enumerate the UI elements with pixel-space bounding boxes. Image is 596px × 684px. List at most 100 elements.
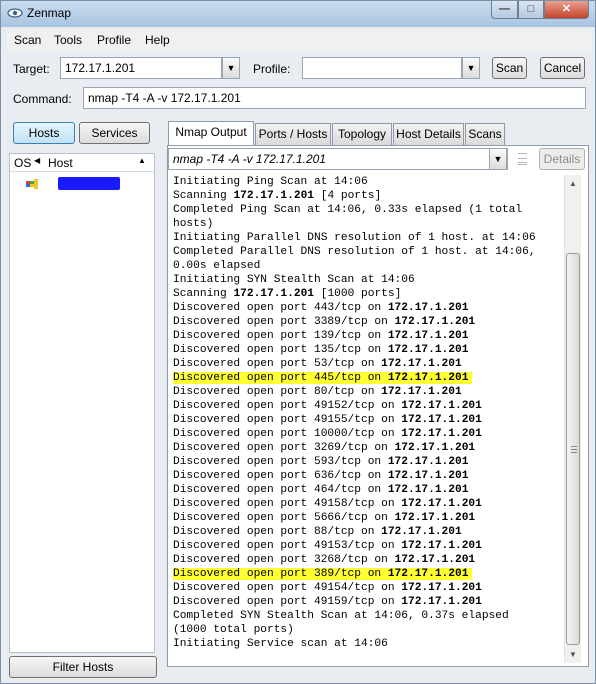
column-os[interactable]: OS bbox=[14, 156, 31, 170]
output-text: (1000 total ports) bbox=[173, 624, 294, 636]
tab-nmap-output[interactable]: Nmap Output bbox=[168, 121, 254, 146]
output-text: Discovered open port 49153/tcp on 172.17… bbox=[173, 540, 482, 552]
menu-scan[interactable]: Scan bbox=[14, 33, 41, 47]
output-command-select[interactable]: nmap -T4 -A -v 172.17.1.201 bbox=[168, 148, 508, 170]
output-line: Discovered open port 49158/tcp on 172.17… bbox=[173, 497, 561, 511]
output-line: Discovered open port 464/tcp on 172.17.1… bbox=[173, 483, 561, 497]
output-line-ip: 172.17.1.201 bbox=[387, 456, 469, 468]
tab-topology[interactable]: Topology bbox=[332, 123, 392, 145]
services-button[interactable]: Services bbox=[79, 122, 150, 144]
output-line: Discovered open port 49159/tcp on 172.17… bbox=[173, 595, 561, 609]
maximize-icon[interactable]: □ bbox=[518, 1, 544, 19]
scroll-thumb[interactable] bbox=[566, 253, 580, 645]
output-line-ip: 172.17.1.201 bbox=[401, 540, 482, 552]
output-line-prefix: Discovered open port 10000/tcp on bbox=[173, 428, 402, 440]
output-line: Initiating SYN Stealth Scan at 14:06 bbox=[173, 273, 561, 287]
output-text: Scanning 172.17.1.201 [1000 ports] bbox=[173, 288, 401, 300]
output-line: Discovered open port 445/tcp on 172.17.1… bbox=[173, 371, 561, 385]
output-text: Discovered open port 80/tcp on 172.17.1.… bbox=[173, 386, 462, 398]
output-line: Discovered open port 3389/tcp on 172.17.… bbox=[173, 315, 561, 329]
output-line-prefix: Discovered open port 49153/tcp on bbox=[173, 540, 402, 552]
hosts-button[interactable]: Hosts bbox=[13, 122, 75, 144]
output-line-ip: 172.17.1.201 bbox=[401, 498, 482, 510]
menu-tools[interactable]: Tools bbox=[54, 33, 82, 47]
output-line: Discovered open port 49152/tcp on 172.17… bbox=[173, 399, 561, 413]
output-line-prefix: Discovered open port 49152/tcp on bbox=[173, 400, 402, 412]
output-line: Discovered open port 49153/tcp on 172.17… bbox=[173, 539, 561, 553]
output-line: Completed Parallel DNS resolution of 1 h… bbox=[173, 245, 561, 259]
cancel-button[interactable]: Cancel bbox=[540, 57, 585, 79]
target-input[interactable]: 172.17.1.201 bbox=[60, 57, 222, 79]
output-line-prefix: Discovered open port 80/tcp on bbox=[173, 386, 382, 398]
output-line-prefix: Discovered open port 53/tcp on bbox=[173, 358, 382, 370]
menu-help[interactable]: Help bbox=[145, 33, 170, 47]
output-text: Initiating Parallel DNS resolution of 1 … bbox=[173, 232, 536, 244]
output-text: Completed Parallel DNS resolution of 1 h… bbox=[173, 246, 536, 258]
output-line: Initiating Ping Scan at 14:06 bbox=[173, 175, 561, 189]
command-label: Command: bbox=[13, 92, 72, 106]
output-text: Initiating SYN Stealth Scan at 14:06 bbox=[173, 274, 415, 286]
tab-host-details[interactable]: Host Details bbox=[393, 123, 464, 145]
tab-scans[interactable]: Scans bbox=[465, 123, 505, 145]
scroll-down-icon[interactable]: ▼ bbox=[565, 646, 581, 663]
redacted-host-name[interactable] bbox=[58, 177, 120, 190]
output-text: Completed Ping Scan at 14:06, 0.33s elap… bbox=[173, 204, 523, 216]
output-line-prefix: Discovered open port 3269/tcp on bbox=[173, 442, 395, 454]
output-line-ip: 172.17.1.201 bbox=[387, 484, 469, 496]
output-line: Initiating Parallel DNS resolution of 1 … bbox=[173, 231, 561, 245]
output-line-suffix: [4 ports] bbox=[314, 190, 382, 202]
output-line-ip: 172.17.1.201 bbox=[387, 568, 469, 580]
output-text: Discovered open port 49152/tcp on 172.17… bbox=[173, 400, 482, 412]
output-line-prefix: Discovered open port 389/tcp on bbox=[173, 568, 388, 580]
output-line-ip: 172.17.1.201 bbox=[233, 190, 315, 202]
output-text: 0.00s elapsed bbox=[173, 260, 261, 272]
drag-handle-icon[interactable] bbox=[518, 153, 527, 165]
output-text: hosts) bbox=[173, 218, 214, 230]
profile-input[interactable] bbox=[302, 57, 462, 79]
nmap-output-text[interactable]: Initiating Ping Scan at 14:06 Scanning 17… bbox=[169, 175, 562, 663]
output-lines: Initiating Ping Scan at 14:06 Scanning 17… bbox=[169, 175, 562, 651]
scan-button[interactable]: Scan bbox=[492, 57, 527, 79]
target-label: Target: bbox=[13, 62, 50, 76]
output-line-ip: 172.17.1.201 bbox=[387, 302, 469, 314]
filter-hosts-button[interactable]: Filter Hosts bbox=[9, 656, 157, 678]
output-line: Discovered open port 443/tcp on 172.17.1… bbox=[173, 301, 561, 315]
menu-profile[interactable]: Profile bbox=[97, 33, 131, 47]
output-text: Discovered open port 88/tcp on 172.17.1.… bbox=[173, 526, 462, 538]
output-line-ip: 172.17.1.201 bbox=[387, 372, 469, 384]
zenmap-eye-icon bbox=[7, 8, 23, 18]
output-scrollbar[interactable]: ▲ ▼ bbox=[564, 175, 581, 663]
tab-ports-hosts[interactable]: Ports / Hosts bbox=[255, 123, 331, 145]
output-dropdown-arrow-icon[interactable]: ▼ bbox=[489, 148, 507, 170]
output-line-prefix: Discovered open port 49158/tcp on bbox=[173, 498, 402, 510]
target-dropdown-arrow-icon[interactable]: ▼ bbox=[222, 57, 240, 79]
details-button[interactable]: Details bbox=[539, 148, 585, 170]
output-line-ip: 172.17.1.201 bbox=[387, 470, 469, 482]
output-line-prefix: Discovered open port 636/tcp on bbox=[173, 470, 388, 482]
close-icon[interactable]: ✕ bbox=[544, 1, 589, 19]
output-line-ip: 172.17.1.201 bbox=[233, 288, 315, 300]
command-input[interactable]: nmap -T4 -A -v 172.17.1.201 bbox=[83, 87, 586, 109]
output-text: Discovered open port 10000/tcp on 172.17… bbox=[173, 428, 482, 440]
output-text: Discovered open port 49158/tcp on 172.17… bbox=[173, 498, 482, 510]
output-text: Discovered open port 3268/tcp on 172.17.… bbox=[173, 554, 475, 566]
minimize-icon[interactable]: — bbox=[491, 1, 518, 19]
column-host[interactable]: Host bbox=[48, 156, 73, 170]
sort-arrow-icon: ◀ bbox=[34, 156, 41, 165]
output-line: Discovered open port 5666/tcp on 172.17.… bbox=[173, 511, 561, 525]
output-line-prefix: Discovered open port 445/tcp on bbox=[173, 372, 388, 384]
output-text: Discovered open port 5666/tcp on 172.17.… bbox=[173, 512, 475, 524]
output-line-prefix: Scanning bbox=[173, 288, 234, 300]
output-line: Discovered open port 49154/tcp on 172.17… bbox=[173, 581, 561, 595]
scroll-up-icon[interactable]: ▲ bbox=[565, 175, 581, 192]
profile-dropdown-arrow-icon[interactable]: ▼ bbox=[462, 57, 480, 79]
output-line-prefix: Discovered open port 88/tcp on bbox=[173, 526, 382, 538]
output-line-ip: 172.17.1.201 bbox=[387, 344, 469, 356]
output-line: Completed SYN Stealth Scan at 14:06, 0.3… bbox=[173, 609, 561, 623]
sort-arrow-icon: ▲ bbox=[138, 156, 146, 165]
host-list: OS ◀ Host ▲ bbox=[9, 153, 155, 653]
output-text: Discovered open port 135/tcp on 172.17.1… bbox=[173, 344, 468, 356]
output-line: Discovered open port 10000/tcp on 172.17… bbox=[173, 427, 561, 441]
output-line: Discovered open port 593/tcp on 172.17.1… bbox=[173, 455, 561, 469]
output-line-prefix: Discovered open port 593/tcp on bbox=[173, 456, 388, 468]
